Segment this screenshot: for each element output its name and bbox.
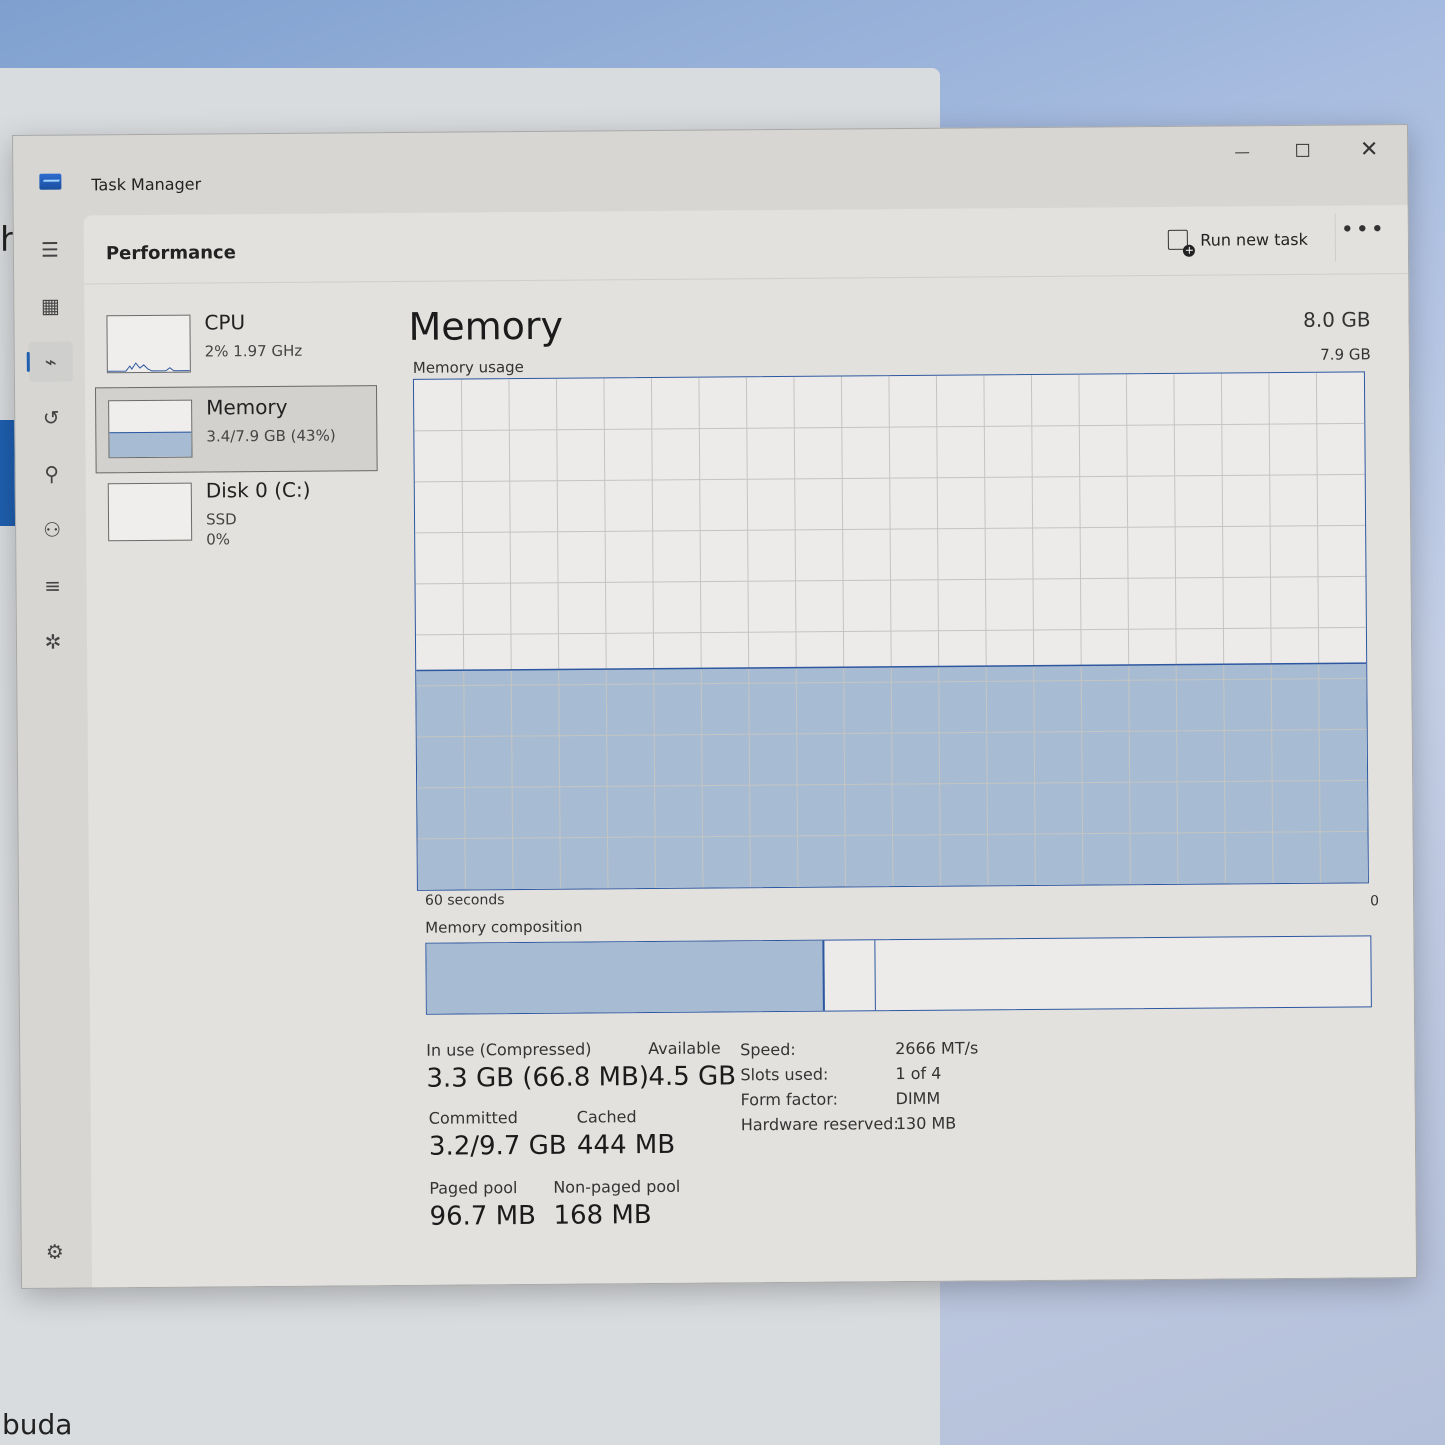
stat-in-use: In use (Compressed) 3.3 GB (66.8 MB) — [426, 1039, 650, 1094]
device-stat: 2% 1.97 GHz — [204, 341, 303, 361]
task-manager-app-icon — [39, 173, 62, 190]
run-new-task-label: Run new task — [1200, 229, 1308, 250]
hamburger-menu-icon[interactable]: ☰ — [28, 230, 72, 270]
stat-value: 3.3 GB (66.8 MB) — [426, 1062, 650, 1094]
stat-label: In use (Compressed) — [426, 1039, 592, 1060]
stat-label: Paged pool — [429, 1178, 518, 1198]
hw-form-factor: Form factor: DIMM — [740, 1089, 941, 1110]
cpu-mini-graph-svg — [107, 362, 190, 372]
task-manager-window: Task Manager ✕ ☰ ▦ ⌁ ↺ ⚲ ⚇ ≡ ✲ ⚙ Perform… — [12, 124, 1418, 1289]
memory-usage-graph-svg — [414, 372, 1368, 890]
hw-label: Speed: — [740, 1039, 796, 1060]
users-icon[interactable]: ⚇ — [30, 510, 74, 550]
minimize-button[interactable] — [1215, 134, 1271, 168]
device-stat: 0% — [206, 530, 231, 549]
page-title: Performance — [105, 242, 236, 265]
composition-in-use — [426, 940, 826, 1014]
stat-available: Available 4.5 GB — [648, 1038, 736, 1092]
cpu-mini-graph — [106, 314, 191, 374]
stat-value: 3.2/9.7 GB — [428, 1130, 567, 1162]
hw-label: Form factor: — [740, 1089, 839, 1110]
device-stat: 3.4/7.9 GB (43%) — [206, 426, 336, 446]
graph-time-zero: 0 — [1370, 893, 1380, 910]
memory-usage-graph — [412, 371, 1369, 891]
performance-icon[interactable]: ⌁ — [28, 341, 73, 382]
stat-value: 96.7 MB — [429, 1200, 537, 1232]
more-options-icon[interactable]: ••• — [1341, 217, 1386, 242]
device-memory[interactable]: Memory 3.4/7.9 GB (43%) — [94, 385, 378, 474]
stat-paged-pool: Paged pool 96.7 MB — [429, 1178, 536, 1232]
details-icon[interactable]: ≡ — [30, 566, 74, 606]
settings-icon[interactable]: ⚙ — [46, 1240, 64, 1264]
stat-label: Cached — [576, 1107, 637, 1127]
run-new-task-icon — [1168, 229, 1189, 250]
hw-reserved: Hardware reserved: 130 MB — [740, 1114, 957, 1135]
stat-committed: Committed 3.2/9.7 GB — [429, 1108, 567, 1162]
composition-modified — [822, 940, 877, 1011]
stat-non-paged-pool: Non-paged pool 168 MB — [553, 1177, 680, 1231]
stat-label: Available — [648, 1038, 721, 1059]
hw-value: 130 MB — [895, 1113, 957, 1134]
stat-label: Non-paged pool — [553, 1176, 681, 1197]
stat-value: 168 MB — [553, 1200, 652, 1231]
page-header: Performance Run new task ••• — [83, 205, 1409, 285]
device-list: CPU 2% 1.97 GHz Memory 3.4/7.9 GB (43%) … — [84, 281, 392, 1287]
stat-label: Committed — [428, 1108, 518, 1128]
hw-slots: Slots used: 1 of 4 — [740, 1064, 941, 1085]
hw-speed: Speed: 2666 MT/s — [740, 1038, 978, 1060]
startup-apps-icon[interactable]: ⚲ — [30, 454, 74, 494]
window-title: Task Manager — [91, 174, 202, 195]
memory-detail-pane: Memory 8.0 GB Memory usage 7.9 GB 60 sec… — [404, 273, 1386, 1285]
hw-label: Hardware reserved: — [740, 1114, 899, 1135]
background-text: buda — [2, 1408, 73, 1441]
memory-heading: Memory — [408, 303, 564, 349]
hw-label: Slots used: — [740, 1064, 829, 1085]
hw-value: 1 of 4 — [895, 1063, 942, 1084]
stat-value: 4.5 GB — [648, 1061, 737, 1093]
close-button[interactable]: ✕ — [1341, 133, 1397, 167]
navigation-rail: ☰ ▦ ⌁ ↺ ⚲ ⚇ ≡ ✲ ⚙ — [14, 215, 92, 1288]
processes-icon[interactable]: ▦ — [28, 286, 72, 326]
device-type: SSD — [205, 510, 237, 529]
title-bar[interactable]: Task Manager ✕ — [13, 125, 1408, 216]
memory-usage-max: 7.9 GB — [1320, 345, 1371, 364]
memory-mini-graph — [108, 399, 193, 459]
memory-composition-label: Memory composition — [425, 917, 583, 937]
memory-total: 8.0 GB — [1303, 307, 1371, 332]
header-divider — [1334, 213, 1337, 262]
disk-mini-graph — [107, 482, 193, 542]
device-name: Memory — [206, 394, 288, 420]
stat-value: 444 MB — [576, 1129, 676, 1161]
device-disk[interactable]: Disk 0 (C:) SSD 0% — [96, 469, 377, 555]
hw-value: DIMM — [895, 1088, 941, 1109]
services-icon[interactable]: ✲ — [31, 622, 75, 662]
maximize-button[interactable] — [1275, 134, 1331, 168]
app-history-icon[interactable]: ↺ — [29, 398, 73, 438]
stat-cached: Cached 444 MB — [576, 1107, 676, 1161]
device-name: Disk 0 (C:) — [205, 477, 311, 503]
performance-page: Performance Run new task ••• CPU 2% 1.97… — [83, 205, 1417, 1288]
device-cpu[interactable]: CPU 2% 1.97 GHz — [94, 301, 375, 387]
memory-mini-graph-fill — [109, 431, 192, 458]
hw-value: 2666 MT/s — [895, 1038, 979, 1059]
memory-composition-bar — [425, 935, 1372, 1015]
run-new-task-button[interactable]: Run new task — [1168, 222, 1308, 259]
memory-usage-label: Memory usage — [412, 357, 524, 377]
device-name: CPU — [204, 310, 246, 335]
graph-time-span: 60 seconds — [424, 892, 505, 909]
memory-stats: In use (Compressed) 3.3 GB (66.8 MB) Ava… — [426, 1033, 1368, 1280]
